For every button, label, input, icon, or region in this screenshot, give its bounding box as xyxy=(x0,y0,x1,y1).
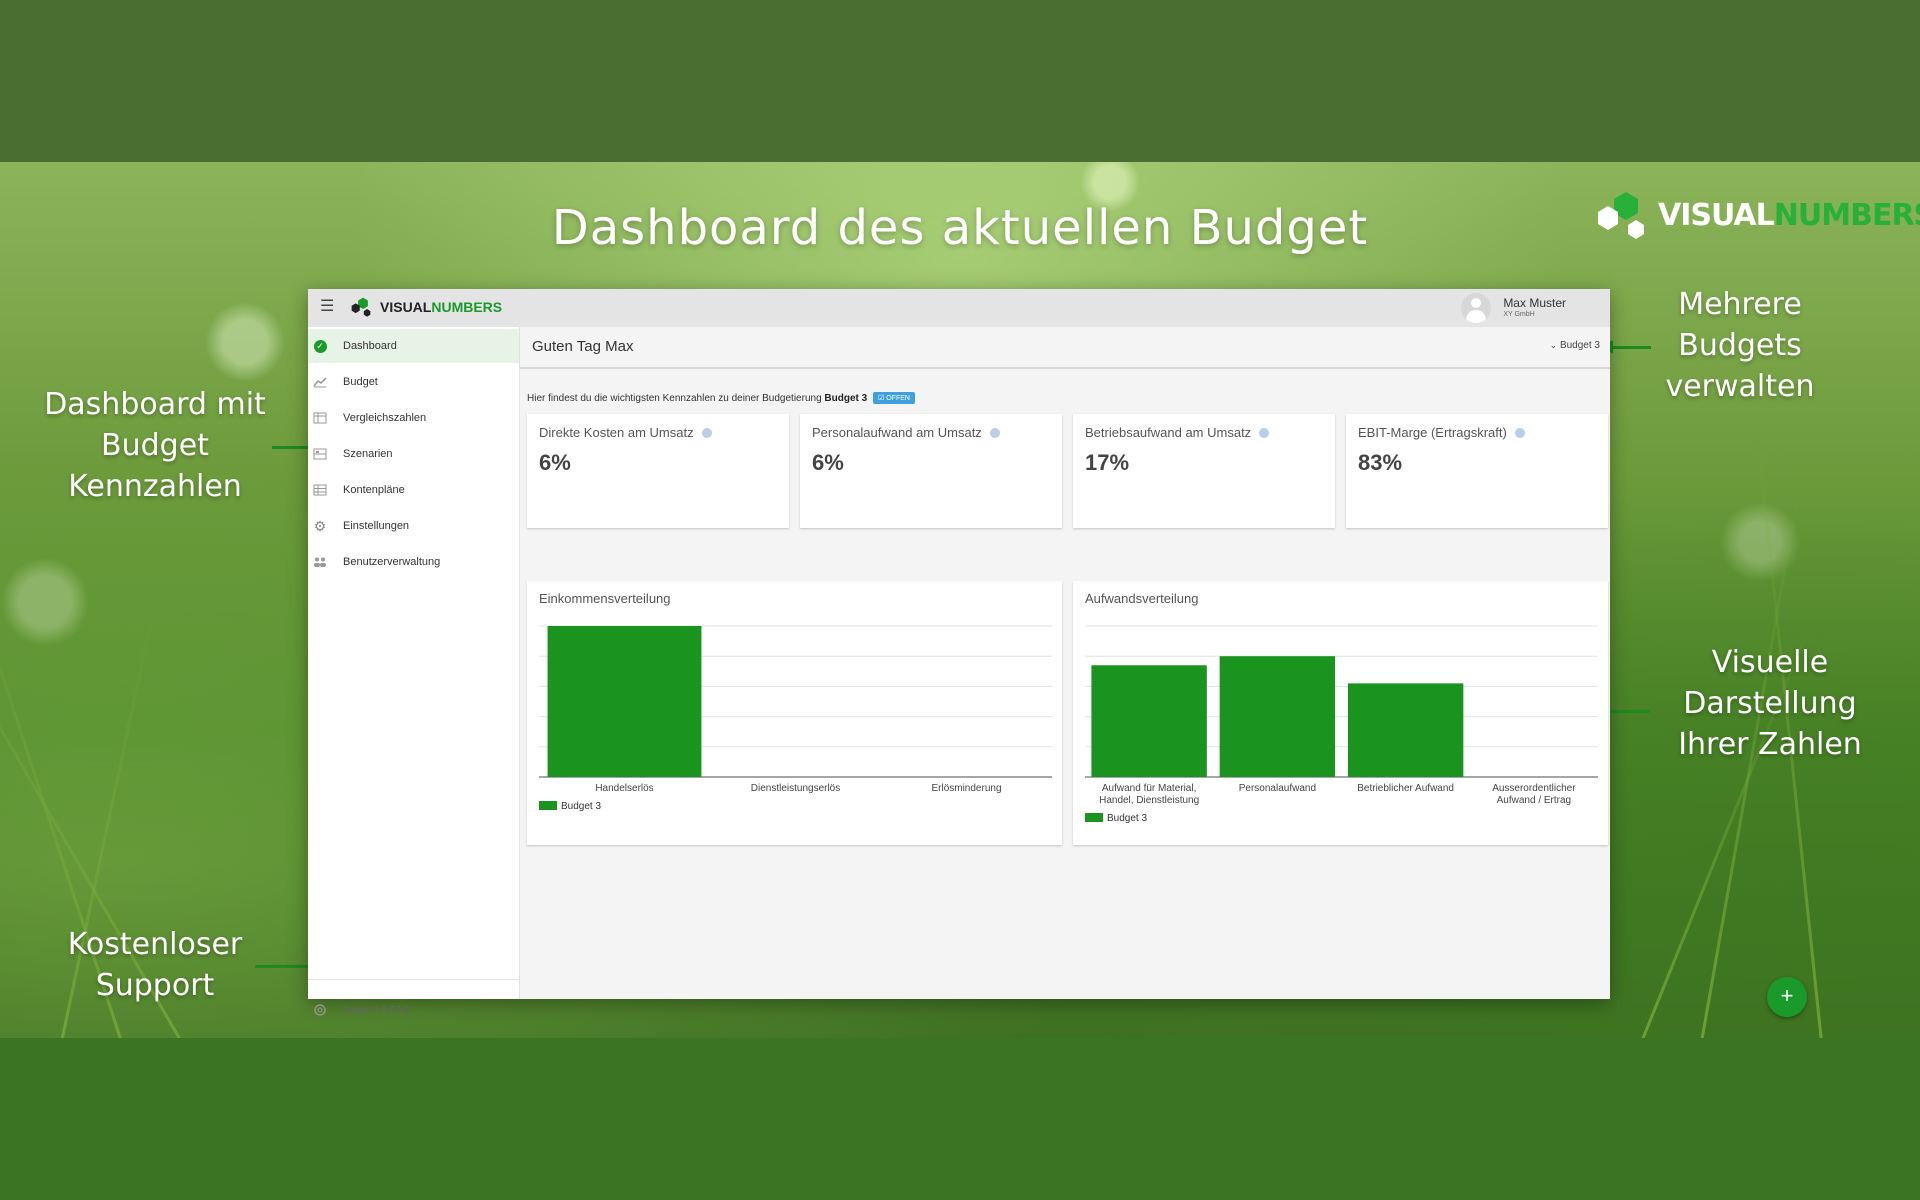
status-badge: ☑ OFFEN xyxy=(872,392,915,404)
main-content: Guten Tag Max ⌄ Budget 3 Hier findest du… xyxy=(520,327,1807,1017)
sidebar-divider xyxy=(308,979,519,980)
brand-text-numbers: NUMBERS xyxy=(1773,197,1920,233)
expense-bar-chart: Aufwand für Material,Handel, Dienstleist… xyxy=(1085,625,1598,824)
callout-support: Kostenloser Support xyxy=(67,927,243,1003)
kpi-title: EBIT-Marge (Ertragskraft) xyxy=(1358,425,1507,440)
app-window: ☰ VISUALNUMBERS Max Muster XY GmbH ✓ Das… xyxy=(308,289,1807,1017)
callout-dashboard-kennzahlen: Dashboard mit Budget Kennzahlen xyxy=(44,387,266,504)
intro-budget-name: Budget 3 xyxy=(824,393,868,404)
x-tick-label: Handelserlös xyxy=(595,783,653,794)
kpi-title: Personalaufwand am Umsatz xyxy=(812,425,982,440)
grid-icon xyxy=(313,483,327,497)
sidebar-item-kontenplaene[interactable]: Kontenpläne xyxy=(308,473,519,507)
x-tick-label: Ausserordentlicher xyxy=(1492,783,1576,794)
user-name: Max Muster xyxy=(1503,296,1566,310)
kpi-value: 6% xyxy=(539,450,571,475)
legend-label[interactable]: Budget 3 xyxy=(561,801,601,812)
kpi-card-ebit-marge[interactable]: EBIT-Marge (Ertragskraft) 83% xyxy=(1346,414,1608,528)
sidebar-item-budget[interactable]: Budget xyxy=(308,365,519,399)
table-icon xyxy=(313,411,327,425)
legend-swatch xyxy=(539,801,557,810)
sidebar: ✓ Dashboard Budget Vergleichszahlen Szen… xyxy=(308,327,520,1016)
kpi-card-direkte-kosten[interactable]: Direkte Kosten am Umsatz 6% xyxy=(527,414,789,528)
help-icon xyxy=(313,1003,327,1017)
app-logo[interactable]: VISUALNUMBERS xyxy=(350,296,502,318)
info-icon[interactable] xyxy=(1514,428,1525,438)
info-icon[interactable] xyxy=(989,428,1000,438)
kpi-card-personalaufwand[interactable]: Personalaufwand am Umsatz 6% xyxy=(800,414,1062,528)
sidebar-item-label: Vergleichszahlen xyxy=(343,412,427,424)
gear-icon: ⚙ xyxy=(313,517,327,534)
app-logo-text-numbers: NUMBERS xyxy=(431,299,503,315)
add-button[interactable]: + xyxy=(1767,977,1807,1017)
sidebar-item-label: Dashboard xyxy=(343,340,397,352)
check-circle-icon: ✓ xyxy=(313,339,327,353)
brand-text-visual: VISUAL xyxy=(1658,197,1775,233)
kpi-title: Direkte Kosten am Umsatz xyxy=(539,425,694,440)
info-icon[interactable] xyxy=(701,428,712,438)
top-band xyxy=(0,0,1920,162)
user-company: XY GmbH xyxy=(1503,311,1535,318)
sidebar-item-label: Benutzerverwaltung xyxy=(343,556,441,568)
kpi-value: 17% xyxy=(1085,450,1130,475)
header-bar: Guten Tag Max ⌄ Budget 3 xyxy=(520,327,1610,369)
sidebar-item-label: Einstellungen xyxy=(343,520,410,532)
x-tick-label: Handel, Dienstleistung xyxy=(1099,795,1199,806)
x-tick-label: Erlösminderung xyxy=(931,783,1001,794)
sidebar-item-label: Kontenpläne xyxy=(343,484,405,496)
sidebar-item-vergleichszahlen[interactable]: Vergleichszahlen xyxy=(308,401,519,435)
kpi-card-betriebsaufwand[interactable]: Betriebsaufwand am Umsatz 17% xyxy=(1073,414,1335,528)
x-tick-label: Betrieblicher Aufwand xyxy=(1357,783,1454,794)
kpi-value: 83% xyxy=(1358,450,1403,475)
bar[interactable] xyxy=(1219,656,1336,777)
income-bar-chart: Handelserlös Dienstleistungserlös Erlösmin… xyxy=(539,625,1052,812)
budget-select-value: Budget 3 xyxy=(1559,340,1600,351)
bottom-band xyxy=(0,1038,1920,1200)
x-tick-label: Personalaufwand xyxy=(1239,783,1316,794)
greeting: Guten Tag Max xyxy=(532,338,634,355)
sidebar-item-support[interactable]: Support & FAQ xyxy=(308,995,519,1025)
info-icon[interactable] xyxy=(1259,428,1270,438)
brand-hexagon-icon xyxy=(1598,192,1644,239)
arrow-to-budget-select xyxy=(1601,340,1651,354)
sidebar-item-label: Szenarien xyxy=(343,448,393,460)
budget-select[interactable]: ⌄ Budget 3 xyxy=(1550,340,1600,351)
callout-visuelle-darstellung: Visuelle Darstellung Ihrer Zahlen xyxy=(1678,645,1862,762)
support-label: Support & FAQ xyxy=(343,1004,411,1016)
user-menu[interactable]: Max Muster XY GmbH xyxy=(1461,293,1566,323)
x-tick-label: Aufwand / Ertrag xyxy=(1497,795,1571,806)
bar[interactable] xyxy=(1091,665,1207,777)
avatar xyxy=(1461,293,1492,323)
layers-icon xyxy=(313,447,327,461)
x-tick-label: Dienstleistungserlös xyxy=(751,783,841,794)
sidebar-item-einstellungen[interactable]: ⚙ Einstellungen xyxy=(308,509,519,543)
chart-card-einkommensverteilung: Einkommensverteilung Handelserlös Dienstl… xyxy=(527,581,1062,845)
x-tick-label: Aufwand für Material, xyxy=(1102,783,1197,794)
bar[interactable] xyxy=(547,626,702,777)
sidebar-item-benutzerverwaltung[interactable]: Benutzerverwaltung xyxy=(308,545,519,579)
bar[interactable] xyxy=(1347,683,1464,777)
app-logo-text-visual: VISUAL xyxy=(380,299,432,315)
chevron-down-icon: ⌄ xyxy=(1549,340,1558,350)
users-icon xyxy=(313,555,327,569)
legend-label[interactable]: Budget 3 xyxy=(1107,813,1147,824)
sidebar-item-dashboard[interactable]: ✓ Dashboard xyxy=(308,329,519,363)
kpi-title: Betriebsaufwand am Umsatz xyxy=(1085,425,1252,440)
app-logo-icon xyxy=(351,297,371,317)
kpi-value: 6% xyxy=(812,450,844,475)
sidebar-item-label: Budget xyxy=(343,376,378,388)
menu-icon[interactable]: ☰ xyxy=(320,298,334,316)
legend-swatch xyxy=(1085,813,1103,822)
top-bar: ☰ VISUALNUMBERS Max Muster XY GmbH xyxy=(308,289,1610,327)
callout-budgets: Mehrere Budgets verwalten xyxy=(1665,287,1815,404)
chart-icon xyxy=(313,375,327,389)
brand-logo: VISUALNUMBERS xyxy=(1594,190,1920,240)
intro-text: Hier findest du die wichtigsten Kennzahl… xyxy=(527,392,915,404)
chart-card-aufwandsverteilung: Aufwandsverteilung Aufwand für Material,… xyxy=(1073,581,1608,845)
sidebar-item-szenarien[interactable]: Szenarien xyxy=(308,437,519,471)
